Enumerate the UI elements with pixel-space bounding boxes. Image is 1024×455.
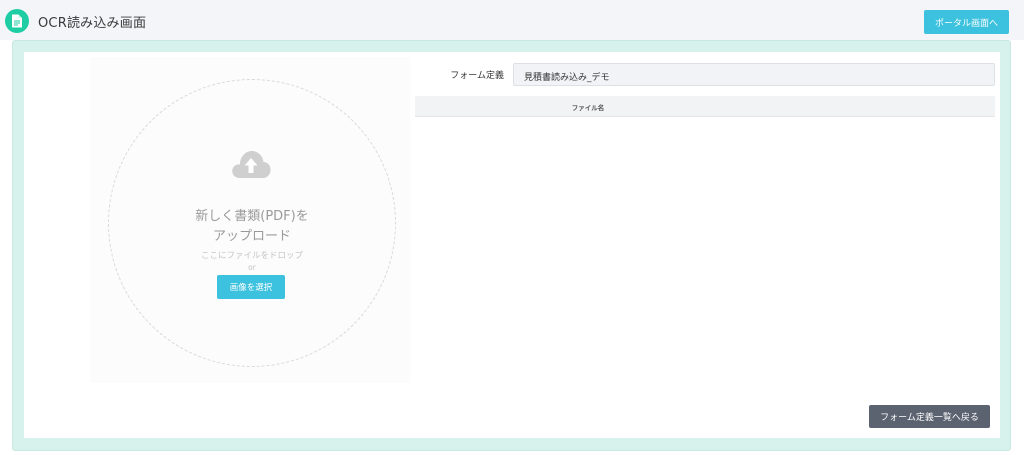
column-header-filename: ファイル名	[571, 104, 605, 112]
form-definition-label: フォーム定義	[450, 71, 504, 81]
cloud-upload-icon	[230, 148, 272, 180]
drop-hint: ここにファイルをドロップ	[200, 251, 303, 261]
portal-button[interactable]: ポータル画面へ	[924, 10, 1009, 34]
header-bar: OCR読み込み画面 ポータル画面へ	[0, 0, 1024, 40]
select-image-button[interactable]: 画像を選択	[217, 275, 285, 299]
file-table: ファイル名	[415, 96, 995, 117]
form-definition-select[interactable]: 見積書読み込み_デモ	[513, 63, 995, 86]
upload-title-line1: 新しく書類(PDF)を	[195, 209, 309, 224]
or-text: or	[248, 263, 256, 272]
back-to-form-list-button[interactable]: フォーム定義一覧へ戻る	[869, 405, 990, 428]
upload-title-line2: アップロード	[212, 229, 291, 244]
upload-title: 新しく書類(PDF)を アップロード	[108, 207, 396, 247]
table-header: ファイル名	[415, 96, 995, 117]
page-title: OCR読み込み画面	[38, 16, 147, 31]
document-icon	[5, 9, 29, 33]
